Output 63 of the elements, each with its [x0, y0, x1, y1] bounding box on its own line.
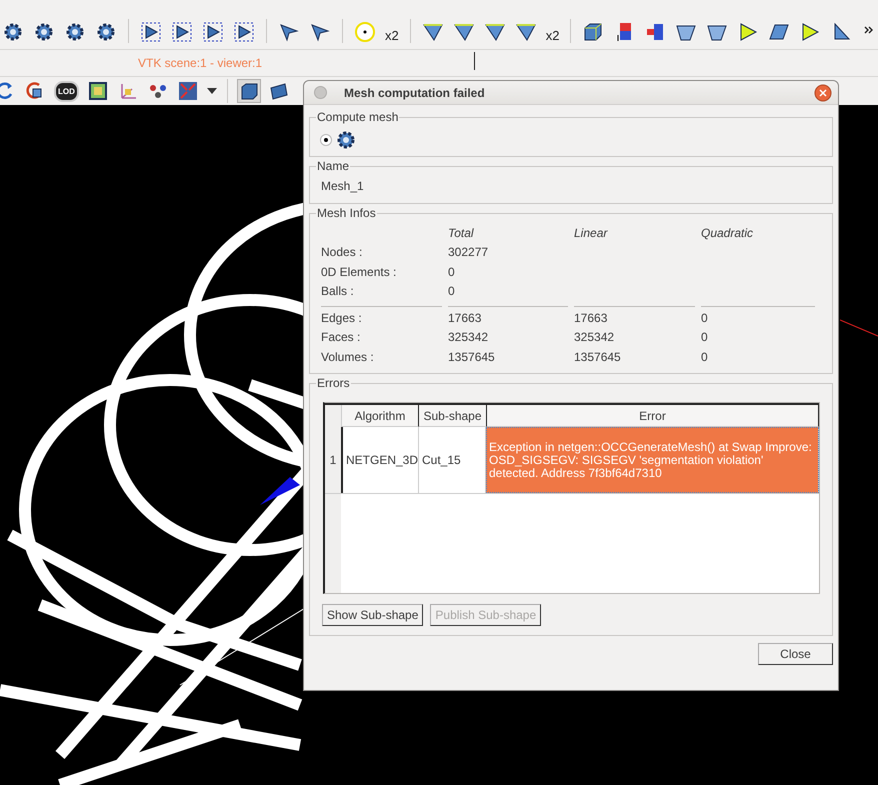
gear-icon[interactable] — [64, 21, 86, 43]
column-header[interactable]: Algorithm — [342, 405, 419, 427]
gear-icon[interactable] — [2, 21, 24, 43]
column-header: Quadratic — [701, 225, 754, 242]
sub-shape-button[interactable]: Show Sub-shape — [322, 604, 424, 626]
face-icon[interactable] — [514, 21, 537, 43]
double-edge-label[interactable]: x2 — [546, 20, 560, 43]
info-value: 0 — [448, 264, 455, 278]
group-title: Errors — [316, 376, 351, 390]
cursor-icon[interactable] — [309, 21, 331, 43]
face-icon[interactable] — [422, 21, 444, 43]
gear-icon[interactable] — [95, 21, 117, 43]
lod-button[interactable]: LOD — [54, 80, 79, 102]
dialog-title: Mesh computation failed — [344, 86, 485, 100]
selection-icon[interactable] — [140, 21, 162, 43]
gear-icon[interactable] — [33, 21, 55, 43]
radio-button[interactable] — [320, 134, 332, 146]
row-number[interactable]: 1 — [325, 427, 343, 493]
selection-icon[interactable] — [171, 21, 193, 43]
cube-icon[interactable] — [582, 21, 604, 43]
chart-icon[interactable] — [86, 80, 109, 102]
axis-line — [840, 320, 878, 336]
info-value: 1357645 — [448, 350, 495, 364]
info-value: 302277 — [448, 245, 488, 259]
row-label: Balls : — [321, 283, 355, 300]
info-value: 17663 — [448, 310, 482, 324]
column-header[interactable]: Error — [487, 405, 819, 427]
group-title: Name — [316, 159, 350, 173]
info-value: 0 — [448, 284, 455, 298]
column-header: Total — [448, 225, 475, 242]
row-label: Volumes : — [321, 348, 375, 366]
group-title: Mesh Infos — [316, 206, 377, 220]
row-label: Nodes : — [321, 244, 364, 261]
info-value: 17663 — [574, 310, 608, 324]
clipping-icon[interactable] — [176, 80, 199, 102]
node-icon[interactable] — [354, 21, 376, 43]
column-header: Linear — [574, 225, 609, 242]
group-title: Compute mesh — [316, 110, 400, 124]
face-icon[interactable] — [452, 21, 475, 43]
info-value: 0 — [701, 310, 708, 324]
row-label: 0D Elements : — [321, 264, 398, 280]
info-value: 0 — [701, 350, 708, 364]
info-value: 325342 — [574, 330, 614, 344]
row-label: Edges : — [321, 310, 363, 326]
gear-icon — [335, 129, 357, 151]
caret-icon[interactable] — [206, 88, 217, 94]
info-value: 1357645 — [574, 350, 621, 364]
table-cell[interactable]: NETGEN_3D — [343, 427, 419, 493]
axis-marker-icon — [260, 477, 300, 505]
cube-icon[interactable] — [238, 80, 260, 102]
mesh-name: Mesh_1 — [320, 178, 365, 195]
close-icon[interactable] — [814, 84, 832, 102]
info-value: 325342 — [448, 330, 488, 344]
selection-icon[interactable] — [202, 21, 224, 43]
row-label: Faces : — [321, 329, 362, 346]
close-button[interactable]: Close — [758, 643, 833, 665]
column-header[interactable]: Sub-shape — [419, 405, 487, 427]
selection-icon[interactable] — [233, 21, 255, 43]
viewer-title: VTK scene:1 - viewer:1 — [138, 56, 262, 70]
face-icon[interactable] — [484, 21, 506, 43]
cursor-icon[interactable] — [278, 21, 300, 43]
double-node-label[interactable]: x2 — [385, 20, 399, 43]
info-value: 0 — [701, 330, 708, 344]
